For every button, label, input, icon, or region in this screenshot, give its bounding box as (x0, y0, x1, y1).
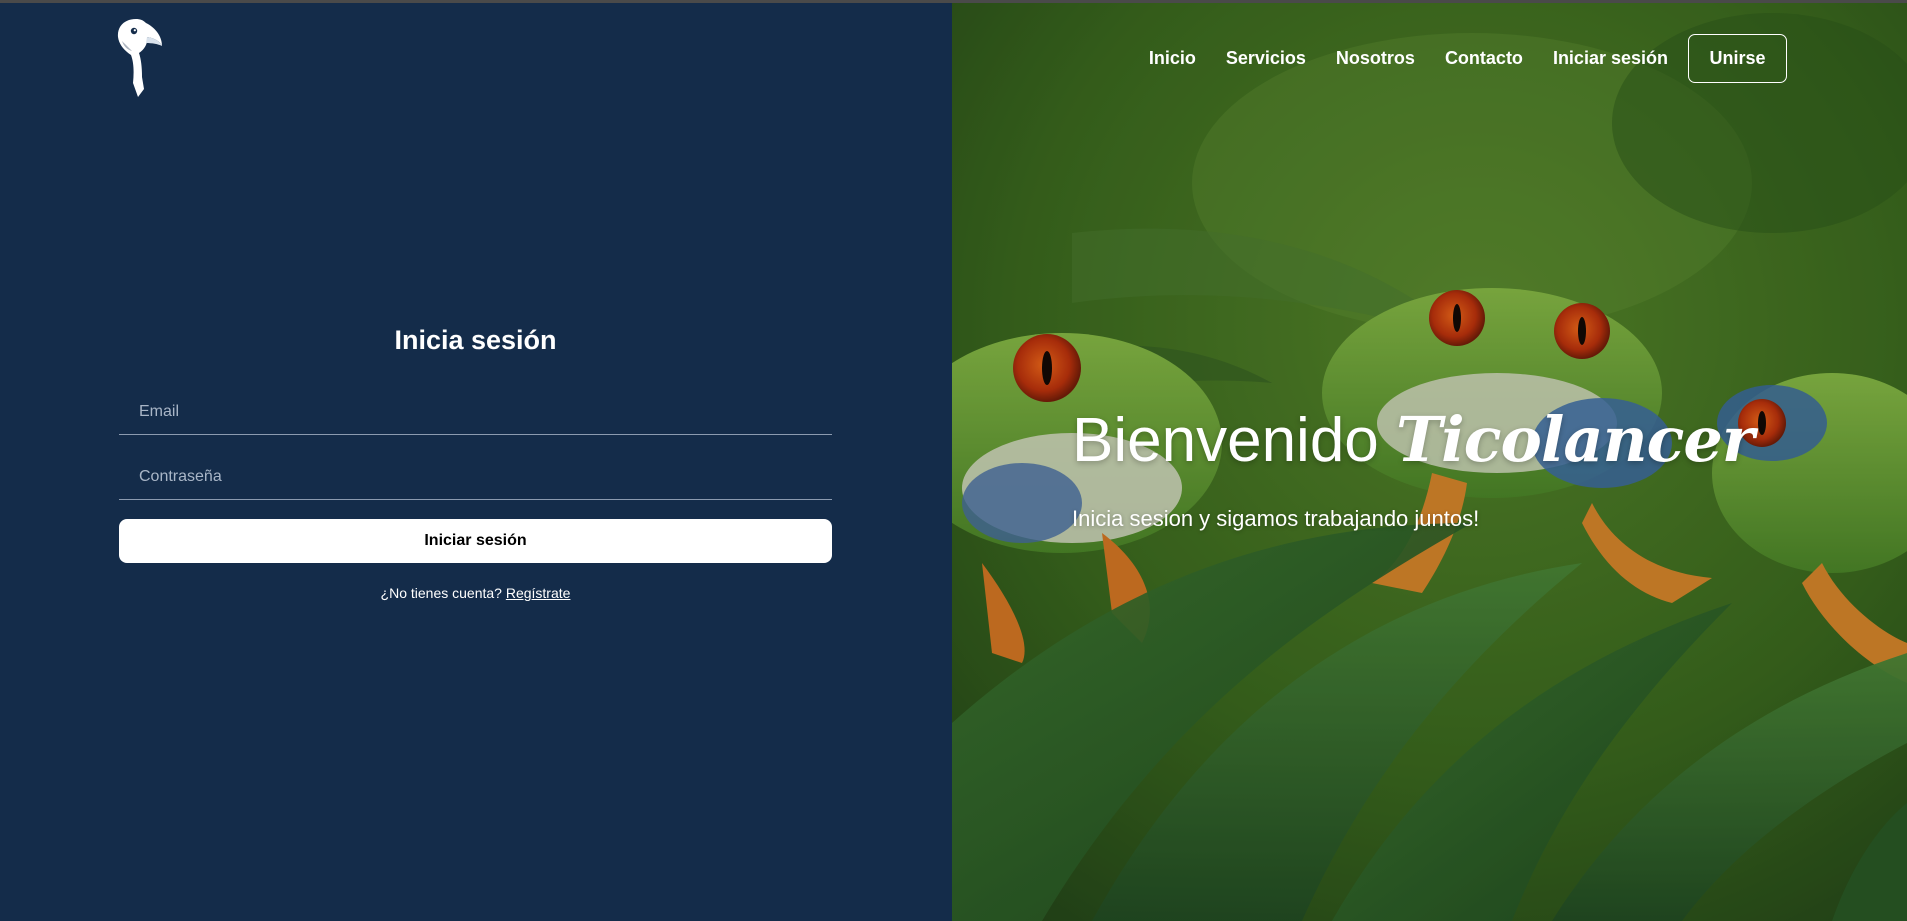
login-submit-button[interactable]: Iniciar sesión (119, 519, 832, 563)
register-link[interactable]: Regístrate (506, 585, 571, 601)
hero-content: Bienvenido Ticolancer Inicia sesion y si… (1072, 403, 1755, 532)
toucan-icon[interactable] (114, 17, 164, 99)
no-account-text: ¿No tienes cuenta? (380, 585, 506, 601)
login-title: Inicia sesión (394, 325, 557, 355)
join-button[interactable]: Unirse (1688, 33, 1787, 83)
nav-link-nosotros[interactable]: Nosotros (1336, 48, 1415, 69)
hero-panel: Inicio Servicios Nosotros Contacto Inici… (952, 3, 1907, 921)
password-field[interactable] (119, 454, 832, 499)
email-field-wrapper (119, 389, 832, 435)
nav-link-contacto[interactable]: Contacto (1445, 48, 1523, 69)
login-panel: Inicia sesión Iniciar sesión ¿No tienes … (0, 3, 952, 921)
nav-link-inicio[interactable]: Inicio (1149, 48, 1196, 69)
top-border (0, 0, 1907, 3)
hero-title: Bienvenido Ticolancer (1072, 403, 1755, 478)
signup-prompt: ¿No tienes cuenta? Regístrate (119, 585, 832, 601)
login-form: Inicia sesión Iniciar sesión ¿No tienes … (119, 323, 832, 601)
nav-link-iniciar-sesion[interactable]: Iniciar sesión (1553, 48, 1668, 69)
hero-subtitle: Inicia sesion y sigamos trabajando junto… (1072, 506, 1480, 531)
password-field-wrapper (119, 454, 832, 500)
nav-link-servicios[interactable]: Servicios (1226, 48, 1306, 69)
hero-title-brand: Ticolancer (1396, 403, 1754, 476)
email-field[interactable] (119, 389, 832, 434)
main-nav: Inicio Servicios Nosotros Contacto Inici… (1149, 33, 1787, 83)
page: Inicia sesión Iniciar sesión ¿No tienes … (0, 0, 1907, 921)
hero-title-prefix: Bienvenido (1072, 406, 1397, 475)
